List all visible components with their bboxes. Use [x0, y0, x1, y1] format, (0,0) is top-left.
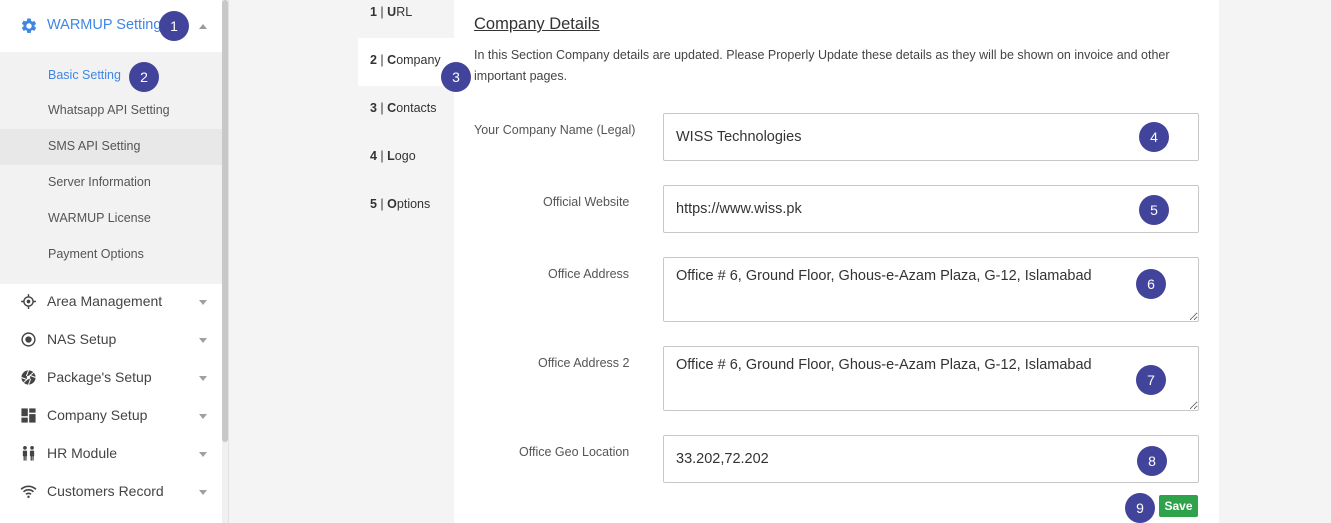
geo-location-input[interactable] — [663, 435, 1199, 483]
step-tab-text: 4 | Logo — [370, 149, 416, 163]
submenu-item-basic-setting[interactable]: Basic Setting — [0, 58, 222, 94]
step-tab-url[interactable]: 1 | URL — [358, 0, 454, 38]
chevron-down-icon — [199, 300, 207, 305]
section-description: In this Section Company details are upda… — [474, 48, 1170, 83]
step-tab-text: 5 | Options — [370, 197, 430, 211]
sidebar-item-label: HR Module — [47, 445, 118, 461]
step-number: 2 — [370, 53, 377, 67]
step-badge-7: 7 — [1136, 365, 1166, 395]
chevron-down-icon — [199, 414, 207, 419]
sidebar-item-nas-setup[interactable]: NAS Setup — [0, 321, 222, 359]
chevron-down-icon — [199, 452, 207, 457]
step-tab-contacts[interactable]: 3 | Contacts — [358, 86, 454, 134]
sidebar-item-label: Area Management — [47, 293, 163, 309]
sidebar-divider — [228, 0, 229, 523]
step-label: ogo — [394, 149, 416, 163]
submenu-item-label: WARMUP License — [48, 211, 151, 225]
submenu-item-server-information[interactable]: Server Information — [0, 165, 222, 201]
people-icon — [22, 445, 35, 461]
gear-icon — [21, 18, 37, 33]
step-tab-logo[interactable]: 4 | Logo — [358, 134, 454, 182]
sidebar-submenu: Basic Setting Whatsapp API Setting SMS A… — [0, 52, 222, 284]
step-number: 1 — [370, 5, 377, 19]
submenu-item-label: Basic Setting — [48, 68, 121, 82]
radio-button-icon — [21, 332, 36, 347]
step-separator: | — [376, 149, 388, 163]
dashboard-icon — [21, 408, 36, 423]
step-badge-9: 9 — [1125, 493, 1155, 523]
step-label: ontacts — [396, 101, 437, 115]
step-tab-company[interactable]: 2 | Company — [358, 38, 454, 86]
step-badge-8: 8 — [1137, 446, 1167, 476]
sidebar-item-customers-record[interactable]: Customers Record — [0, 473, 222, 511]
step-separator: | — [376, 5, 388, 19]
step-separator: | — [376, 101, 388, 115]
target-icon — [21, 294, 36, 309]
step-initial: L — [387, 149, 395, 163]
office-address-textarea[interactable]: Office # 6, Ground Floor, Ghous-e-Azam P… — [663, 257, 1199, 322]
step-label: ptions — [396, 197, 431, 211]
website-input[interactable] — [663, 185, 1199, 233]
sidebar-item-hr-module[interactable]: HR Module — [0, 435, 222, 473]
step-tab-text: 2 | Company — [370, 53, 441, 67]
sidebar-section-label: WARMUP Setting — [47, 17, 162, 33]
sidebar-item-label: Package's Setup — [47, 369, 152, 385]
office-address-2-label: Office Address 2 — [538, 356, 630, 370]
step-badge-2: 2 — [129, 62, 159, 92]
step-label: ompany — [396, 53, 441, 67]
wifi-icon — [20, 485, 37, 499]
step-number: 3 — [370, 101, 377, 115]
step-initial: U — [387, 5, 397, 19]
submenu-item-warmup-license[interactable]: WARMUP License — [0, 201, 222, 237]
submenu-item-whatsapp-api-setting[interactable]: Whatsapp API Setting — [0, 93, 222, 129]
save-button[interactable]: Save — [1159, 495, 1198, 517]
step-tab-text: 1 | URL — [370, 5, 412, 19]
step-separator: | — [376, 197, 388, 211]
submenu-item-sms-api-setting[interactable]: SMS API Setting — [0, 129, 222, 165]
company-name-input[interactable] — [663, 113, 1199, 161]
sidebar-item-packages-setup[interactable]: Package's Setup — [0, 359, 222, 397]
sidebar-item-area-management[interactable]: Area Management — [0, 283, 222, 321]
step-tab-text: 3 | Contacts — [370, 101, 437, 115]
geo-location-label: Office Geo Location — [519, 445, 630, 459]
step-number: 4 — [370, 149, 377, 163]
submenu-item-label: Server Information — [48, 175, 151, 189]
step-initial: C — [387, 101, 397, 115]
aperture-icon — [21, 370, 36, 385]
step-badge-4: 4 — [1139, 122, 1169, 152]
step-badge-5: 5 — [1139, 195, 1169, 225]
step-separator: | — [376, 53, 388, 67]
step-badge-1: 1 — [159, 11, 189, 41]
chevron-up-icon — [199, 24, 207, 29]
step-badge-3: 3 — [441, 62, 471, 92]
step-initial: O — [387, 197, 397, 211]
sidebar-item-label: Company Setup — [47, 407, 148, 423]
sidebar-item-label: Customers Record — [47, 483, 164, 499]
step-tab-options[interactable]: 5 | Options — [358, 182, 454, 230]
page-title: Company Details — [474, 15, 600, 33]
chevron-down-icon — [199, 338, 207, 343]
submenu-item-label: Payment Options — [48, 247, 144, 261]
sidebar-item-label: NAS Setup — [47, 331, 117, 347]
step-badge-6: 6 — [1136, 269, 1166, 299]
step-tabs: 1 | URL 2 | Company 3 | Contacts 4 | Log… — [358, 0, 454, 523]
step-label: RL — [396, 5, 413, 19]
submenu-item-payment-options[interactable]: Payment Options — [0, 237, 222, 273]
submenu-item-label: SMS API Setting — [48, 139, 141, 153]
website-label: Official Website — [543, 195, 630, 209]
sidebar-item-company-setup[interactable]: Company Setup — [0, 397, 222, 435]
office-address-label: Office Address — [548, 267, 630, 281]
chevron-down-icon — [199, 376, 207, 381]
sidebar: WARMUP Setting Basic Setting Whatsapp AP… — [0, 0, 222, 523]
submenu-item-label: Whatsapp API Setting — [48, 103, 170, 117]
office-address-2-textarea[interactable]: Office # 6, Ground Floor, Ghous-e-Azam P… — [663, 346, 1199, 411]
chevron-down-icon — [199, 490, 207, 495]
step-number: 5 — [370, 197, 377, 211]
company-name-label: Your Company Name (Legal) — [474, 123, 636, 137]
step-initial: C — [387, 53, 397, 67]
